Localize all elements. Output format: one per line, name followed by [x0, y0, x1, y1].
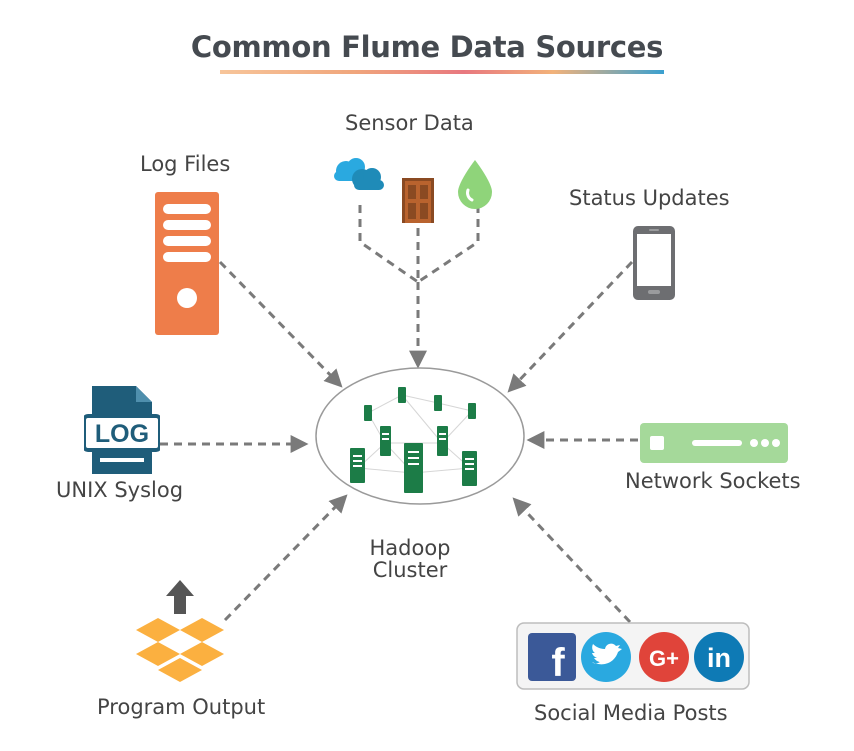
dropbox-upload-icon	[136, 580, 224, 682]
cluster-label-line1: Hadoop	[369, 536, 451, 560]
door-icon	[402, 178, 434, 223]
network-switch-icon	[640, 423, 788, 463]
svg-text:G+: G+	[649, 646, 679, 671]
log-badge-text: LOG	[95, 420, 149, 448]
social-media-panel: f G+ in	[516, 622, 750, 690]
cluster-node	[398, 387, 406, 403]
log-files-label: Log Files	[140, 152, 231, 176]
diagram-canvas: Common Flume Data Sources Hadoop Cluster…	[0, 0, 854, 751]
cluster-node	[434, 395, 442, 411]
unix-syslog-label: UNIX Syslog	[56, 478, 184, 502]
status-updates-label: Status Updates	[569, 186, 730, 210]
cluster-label-line2: Cluster	[372, 558, 448, 582]
arrow-program-output	[223, 494, 348, 622]
cloud-icon	[334, 158, 384, 190]
network-sockets-label: Network Sockets	[625, 469, 801, 493]
cluster-node	[468, 403, 476, 419]
arrow-social-media	[512, 497, 632, 624]
program-output-label: Program Output	[97, 695, 266, 719]
hadoop-cluster	[315, 367, 525, 505]
cluster-node	[380, 426, 391, 456]
social-media-label: Social Media Posts	[534, 701, 728, 725]
cluster-node	[364, 405, 372, 421]
smartphone-icon	[633, 226, 675, 300]
water-drop-icon	[458, 160, 492, 209]
svg-text:in: in	[707, 643, 731, 673]
cluster-node	[404, 443, 423, 493]
svg-text:f: f	[551, 641, 565, 685]
server-icon	[155, 192, 219, 335]
cluster-node	[437, 426, 448, 456]
sensor-data-label: Sensor Data	[345, 111, 474, 135]
log-file-icon: LOG	[84, 386, 160, 474]
